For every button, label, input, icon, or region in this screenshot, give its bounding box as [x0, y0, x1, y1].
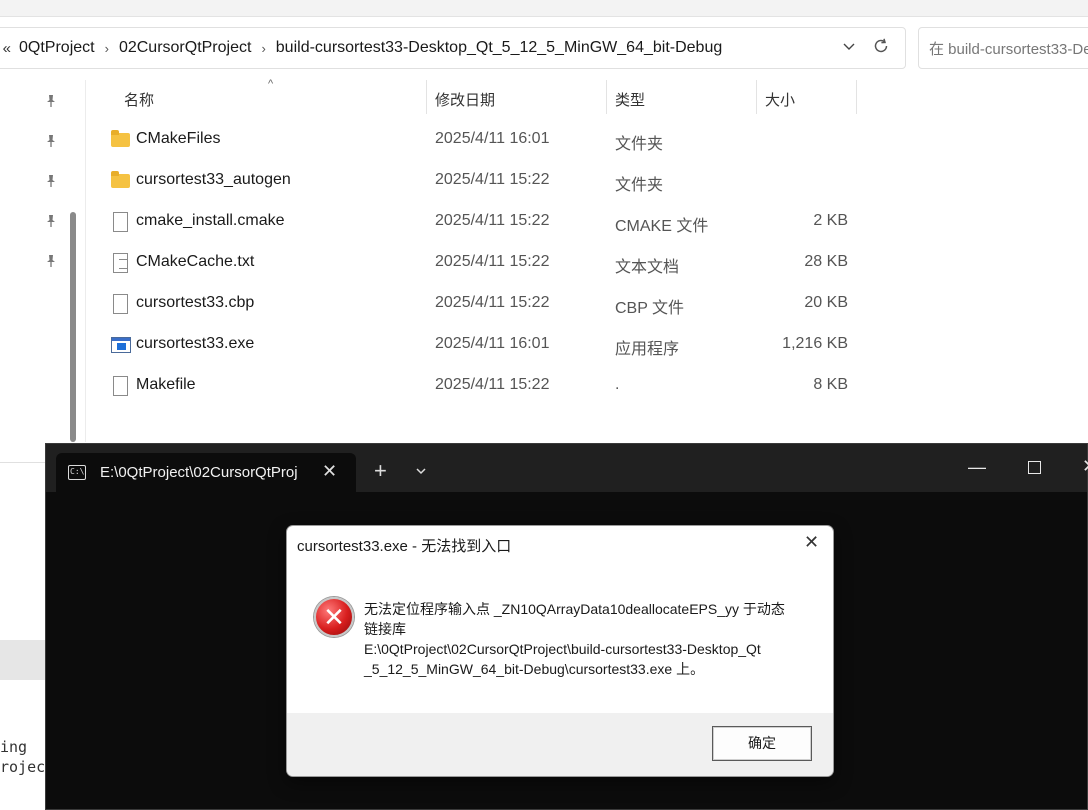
- close-tab-icon[interactable]: ✕: [322, 461, 337, 482]
- file-row-cmake-install[interactable]: cmake_install.cmake 2025/4/11 15:22 CMAK…: [108, 202, 868, 243]
- file-type: .: [615, 376, 620, 393]
- minimize-button[interactable]: —: [968, 457, 986, 478]
- file-row-autogen[interactable]: cursortest33_autogen 2025/4/11 15:22 文件夹: [108, 161, 868, 202]
- file-date: 2025/4/11 15:22: [435, 171, 550, 188]
- file-name: Makefile: [136, 376, 196, 393]
- background-text-line: ing: [0, 738, 28, 756]
- address-bar-row: « 0QtProject › 02CursorQtProject › build…: [0, 18, 1088, 80]
- command-prompt-icon: C:\: [68, 465, 86, 480]
- file-icon: [111, 376, 131, 396]
- file-date: 2025/4/11 16:01: [435, 130, 550, 147]
- file-size: 8 KB: [813, 376, 848, 393]
- sort-ascending-icon: ^: [268, 78, 274, 90]
- file-type: CMAKE 文件: [615, 218, 709, 235]
- folder-icon: [111, 171, 131, 191]
- file-row-cmakefiles[interactable]: CMakeFiles 2025/4/11 16:01 文件夹: [108, 120, 868, 161]
- text-file-icon: [111, 253, 131, 273]
- refresh-icon[interactable]: [871, 36, 891, 61]
- breadcrumb-separator[interactable]: ›: [255, 41, 271, 56]
- file-list: CMakeFiles 2025/4/11 16:01 文件夹 cursortes…: [108, 120, 868, 407]
- file-date: 2025/4/11 15:22: [435, 376, 550, 393]
- terminal-tab-title: E:\0QtProject\02CursorQtProj: [100, 464, 298, 481]
- file-name: cmake_install.cmake: [136, 212, 285, 229]
- file-icon: [111, 294, 131, 314]
- maximize-button[interactable]: [1028, 461, 1041, 474]
- pin-icon[interactable]: [44, 174, 58, 191]
- terminal-tab[interactable]: C:\ E:\0QtProject\02CursorQtProj ✕: [56, 453, 356, 493]
- file-row-cbp[interactable]: cursortest33.cbp 2025/4/11 15:22 CBP 文件 …: [108, 284, 868, 325]
- chevron-down-icon[interactable]: [414, 464, 428, 481]
- error-dialog: cursortest33.exe - 无法找到入口 ✕ ✕ 无法定位程序输入点 …: [286, 525, 834, 777]
- close-window-button[interactable]: ✕: [1082, 456, 1088, 477]
- background-text-line: rojec: [0, 758, 46, 776]
- file-row-cmakecache[interactable]: CMakeCache.txt 2025/4/11 15:22 文本文档 28 K…: [108, 243, 868, 284]
- file-type: 文件夹: [615, 177, 664, 194]
- column-headers: ^ 名称 修改日期 类型 大小: [108, 78, 868, 116]
- file-date: 2025/4/11 15:22: [435, 212, 550, 229]
- column-header-type[interactable]: 类型: [615, 89, 645, 110]
- column-separator[interactable]: [856, 80, 857, 114]
- explorer-top-strip: [0, 0, 1088, 17]
- file-name: cursortest33_autogen: [136, 171, 291, 188]
- column-header-name[interactable]: 名称: [124, 89, 154, 110]
- pin-icon[interactable]: [44, 214, 58, 231]
- file-date: 2025/4/11 15:22: [435, 294, 550, 311]
- error-icon: ✕: [314, 597, 354, 637]
- dialog-title: cursortest33.exe - 无法找到入口: [297, 538, 512, 555]
- dialog-message: 无法定位程序输入点 _ZN10QArrayData10deallocateEPS…: [364, 599, 804, 679]
- file-date: 2025/4/11 16:01: [435, 335, 550, 352]
- exe-icon: [111, 335, 131, 355]
- pane-divider: [85, 80, 86, 442]
- breadcrumb-overflow[interactable]: «: [0, 40, 15, 57]
- pin-icon[interactable]: [44, 134, 58, 151]
- background-window-bar: [0, 640, 46, 680]
- file-type: 文本文档: [615, 259, 680, 276]
- folder-icon: [111, 130, 131, 150]
- dialog-message-line: 链接库: [364, 621, 406, 637]
- file-name: CMakeFiles: [136, 130, 221, 147]
- dialog-message-line: E:\0QtProject\02CursorQtProject\build-cu…: [364, 641, 761, 657]
- new-tab-button[interactable]: +: [374, 460, 387, 482]
- navigation-pane: [0, 80, 78, 462]
- terminal-titlebar[interactable]: C:\ E:\0QtProject\02CursorQtProj ✕ + — ✕: [46, 444, 1088, 493]
- pin-icon[interactable]: [44, 94, 58, 111]
- search-input[interactable]: 在 build-cursortest33-Deskto: [918, 27, 1088, 69]
- dialog-message-line: 无法定位程序输入点 _ZN10QArrayData10deallocateEPS…: [364, 601, 785, 617]
- file-size: 2 KB: [813, 212, 848, 229]
- file-size: 20 KB: [804, 294, 848, 311]
- file-size: 1,216 KB: [782, 335, 848, 352]
- column-header-size[interactable]: 大小: [765, 89, 795, 110]
- column-separator[interactable]: [426, 80, 427, 114]
- file-name: cursortest33.cbp: [136, 294, 255, 311]
- file-name: CMakeCache.txt: [136, 253, 255, 270]
- dialog-message-line: _5_12_5_MinGW_64_bit-Debug\cursortest33.…: [364, 661, 705, 677]
- file-row-makefile[interactable]: Makefile 2025/4/11 15:22 . 8 KB: [108, 366, 868, 407]
- column-separator[interactable]: [606, 80, 607, 114]
- file-type: 文件夹: [615, 136, 664, 153]
- file-icon: [111, 212, 131, 232]
- breadcrumb-item-0qtproject[interactable]: 0QtProject: [15, 39, 99, 57]
- file-row-exe[interactable]: cursortest33.exe 2025/4/11 16:01 应用程序 1,…: [108, 325, 868, 366]
- dialog-footer: 确定: [287, 713, 833, 776]
- column-header-modified[interactable]: 修改日期: [435, 89, 495, 110]
- file-date: 2025/4/11 15:22: [435, 253, 550, 270]
- nav-scrollbar[interactable]: [70, 212, 76, 442]
- column-separator[interactable]: [756, 80, 757, 114]
- file-size: 28 KB: [804, 253, 848, 270]
- breadcrumb-item-build-folder[interactable]: build-cursortest33-Desktop_Qt_5_12_5_Min…: [272, 39, 726, 57]
- ok-button[interactable]: 确定: [712, 726, 812, 761]
- breadcrumb-item-02cursorqtproject[interactable]: 02CursorQtProject: [115, 39, 256, 57]
- file-type: 应用程序: [615, 341, 680, 358]
- file-type: CBP 文件: [615, 300, 685, 317]
- address-bar[interactable]: « 0QtProject › 02CursorQtProject › build…: [0, 27, 906, 69]
- dialog-close-button[interactable]: ✕: [804, 532, 819, 553]
- pin-icon[interactable]: [44, 254, 58, 271]
- chevron-down-icon[interactable]: [841, 38, 857, 57]
- file-name: cursortest33.exe: [136, 335, 255, 352]
- breadcrumb-separator[interactable]: ›: [99, 41, 115, 56]
